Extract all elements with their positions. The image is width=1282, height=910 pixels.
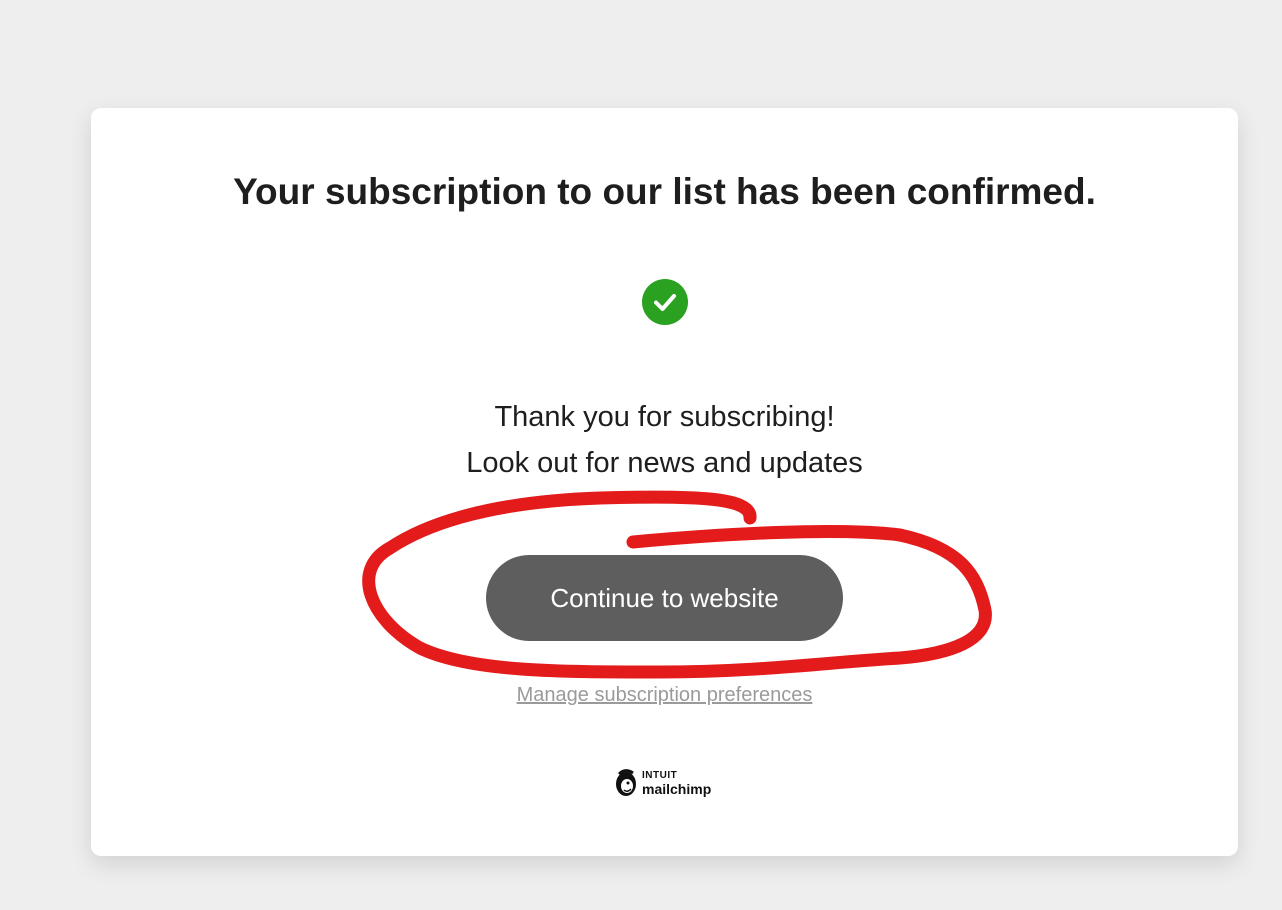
manage-preferences-link[interactable]: Manage subscription preferences [517,684,813,706]
confirmation-card: Your subscription to our list has been c… [91,108,1238,856]
manage-preferences: Manage subscription preferences [91,684,1238,707]
logo-intuit-text: INTUIT [642,769,678,781]
confirmation-title: Your subscription to our list has been c… [233,171,1096,212]
mailchimp-freddie-icon [616,769,636,796]
continue-to-website-button[interactable]: Continue to website [486,555,843,641]
updates-message: Look out for news and updates [466,447,863,479]
success-check-icon [642,279,688,325]
mailchimp-logo[interactable]: INTUIT mailchimp [613,768,711,798]
logo-mailchimp-text: mailchimp [642,780,712,797]
thank-you-message: Thank you for subscribing! [494,401,835,433]
